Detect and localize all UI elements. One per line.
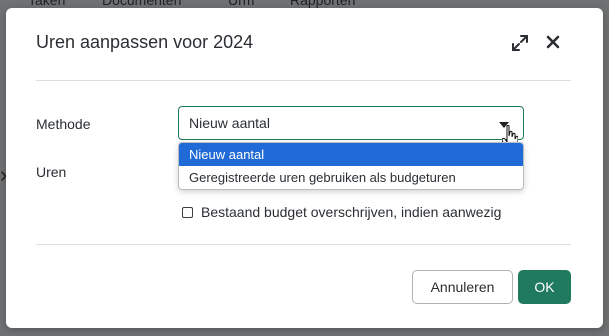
uren-label: Uren <box>36 164 67 180</box>
hours-adjust-modal: Uren aanpassen voor 2024 Methode Uren Ni… <box>6 8 603 328</box>
overwrite-budget-checkbox[interactable] <box>182 206 193 218</box>
background-nav: Taken Documenten Urm Rapporten <box>0 0 609 8</box>
bg-nav-item: Rapporten <box>290 0 356 8</box>
bg-nav-item: Documenten <box>102 0 182 8</box>
methode-select[interactable]: Nieuw aantal <box>178 106 524 140</box>
footer-divider <box>36 244 571 245</box>
header-divider <box>36 80 571 81</box>
methode-dropdown-list: Nieuw aantal Geregistreerde uren gebruik… <box>178 142 524 190</box>
overwrite-budget-row: Bestaand budget overschrijven, indien aa… <box>182 204 501 220</box>
methode-label: Methode <box>36 116 91 132</box>
bg-nav-item: Taken <box>28 0 66 8</box>
methode-select-value: Nieuw aantal <box>189 115 270 131</box>
close-icon[interactable] <box>543 32 563 52</box>
overwrite-budget-label[interactable]: Bestaand budget overschrijven, indien aa… <box>201 204 501 220</box>
ok-button[interactable]: OK <box>518 270 571 304</box>
dropdown-option-nieuw-aantal[interactable]: Nieuw aantal <box>179 143 523 166</box>
chevron-down-icon <box>499 122 509 128</box>
cancel-button[interactable]: Annuleren <box>412 270 513 304</box>
dropdown-option-geregistreerde-uren[interactable]: Geregistreerde uren gebruiken als budget… <box>179 166 523 189</box>
modal-title: Uren aanpassen voor 2024 <box>36 32 254 52</box>
expand-icon[interactable] <box>510 33 530 53</box>
bg-nav-item: Urm <box>228 0 255 8</box>
